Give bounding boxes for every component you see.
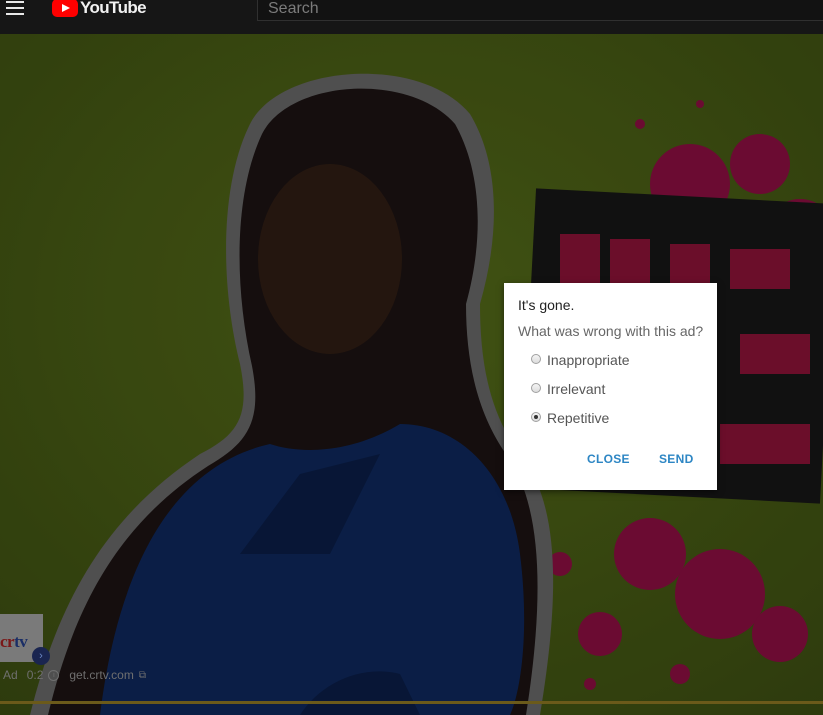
chevron-right-icon[interactable]: › (32, 647, 50, 665)
youtube-play-icon (52, 0, 78, 17)
search-input[interactable]: Search (257, 0, 823, 21)
ad-feedback-dialog: It's gone. What was wrong with this ad? … (504, 283, 717, 490)
ad-badge: Ad (3, 668, 18, 682)
option-inappropriate[interactable]: Inappropriate (531, 352, 630, 368)
ad-time: 0:2 (26, 668, 44, 682)
option-irrelevant[interactable]: Irrelevant (531, 381, 605, 397)
external-link-icon[interactable]: ⧉ (139, 670, 146, 681)
radio-inappropriate[interactable] (531, 354, 541, 364)
hamburger-menu-icon[interactable] (6, 1, 24, 15)
dialog-title: It's gone. (518, 297, 575, 313)
dialog-question: What was wrong with this ad? (518, 323, 704, 339)
send-button[interactable]: SEND (659, 452, 694, 466)
top-bar: YouTube Search (0, 0, 823, 34)
ad-url-link[interactable]: get.crtv.com (69, 668, 133, 682)
option-label: Irrelevant (547, 381, 606, 397)
progress-fill (0, 701, 823, 704)
close-button[interactable]: CLOSE (587, 452, 630, 466)
radio-irrelevant[interactable] (531, 383, 541, 393)
info-icon[interactable]: i (48, 669, 60, 681)
radio-repetitive[interactable] (531, 412, 541, 422)
option-label: Inappropriate (547, 352, 630, 368)
logo-text: YouTube (80, 0, 147, 17)
option-repetitive[interactable]: Repetitive (531, 410, 609, 426)
ad-info-bar: Ad 0:2 i get.crtv.com ⧉ (3, 668, 146, 682)
option-label: Repetitive (547, 410, 610, 426)
progress-bar[interactable] (0, 701, 823, 704)
youtube-logo[interactable]: YouTube (52, 0, 147, 18)
advertiser-logo: crtv (0, 632, 28, 651)
